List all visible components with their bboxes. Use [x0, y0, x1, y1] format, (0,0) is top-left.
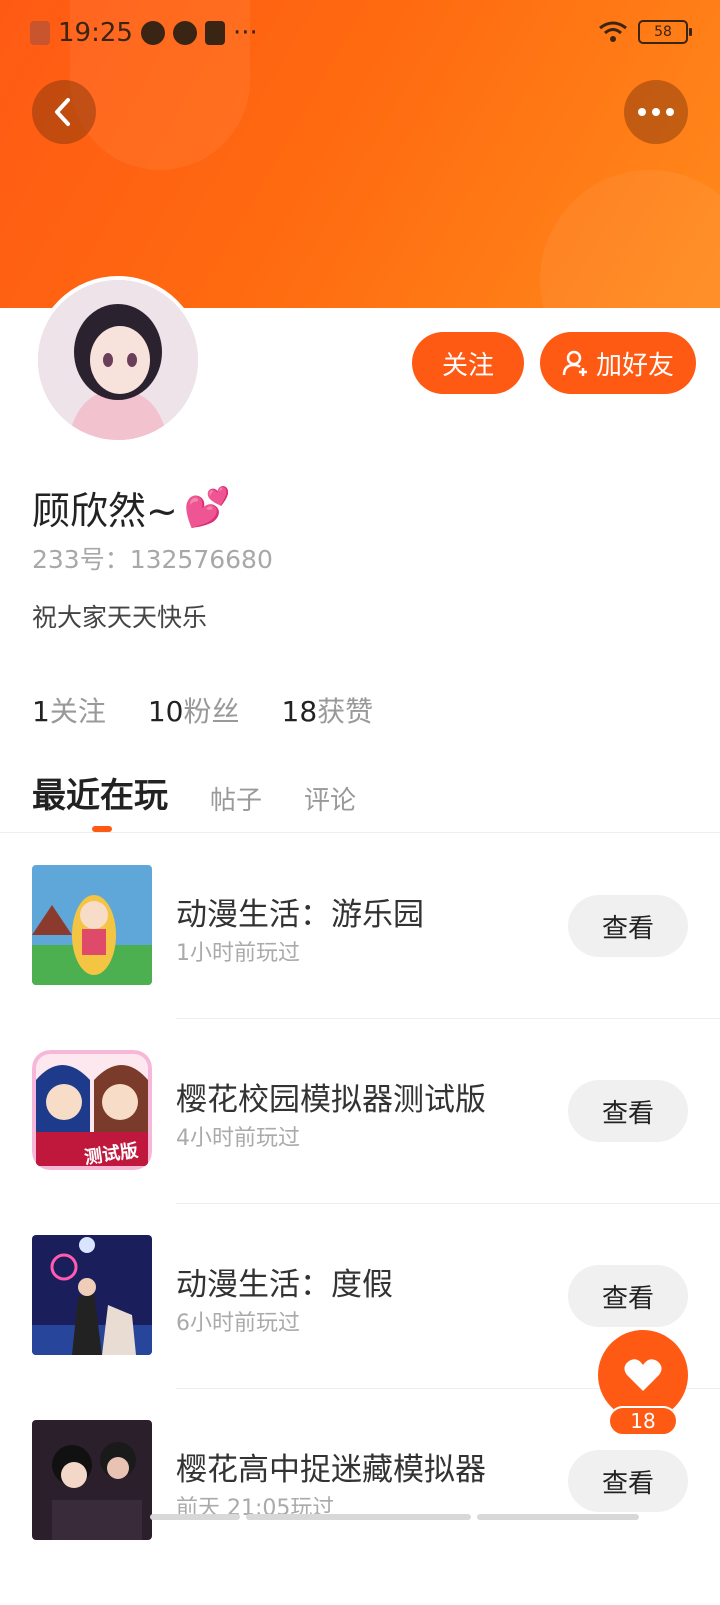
- notification-icon-3: [204, 21, 225, 45]
- game-title: 动漫生活：度假: [176, 1267, 393, 1303]
- game-icon: [32, 1235, 152, 1355]
- row-divider: [176, 1018, 720, 1019]
- view-button[interactable]: 查看: [568, 1265, 688, 1327]
- stat-following[interactable]: 1关注: [32, 690, 106, 730]
- game-title: 樱花校园模拟器测试版: [176, 1082, 486, 1118]
- scroll-indicator: [150, 1514, 639, 1520]
- notification-app-icon: [30, 21, 50, 45]
- profile-name-text: 顾欣然~: [32, 489, 178, 533]
- back-button[interactable]: [32, 80, 96, 144]
- game-last-played: 4小时前玩过: [176, 1126, 300, 1151]
- tab-posts[interactable]: 帖子: [210, 780, 262, 817]
- view-button[interactable]: 查看: [568, 1080, 688, 1142]
- stat-fans[interactable]: 10粉丝: [148, 690, 240, 730]
- notification-icon-1: [140, 21, 165, 45]
- game-title: 樱花高中捉迷藏模拟器: [176, 1452, 486, 1488]
- stat-fans-label: 粉丝: [183, 695, 240, 728]
- stat-following-count: 1: [32, 695, 50, 728]
- list-item[interactable]: 动漫生活：游乐园 1小时前玩过 查看: [0, 865, 720, 1050]
- stat-likes-count: 18: [281, 695, 318, 728]
- status-more-indicator: ···: [232, 18, 258, 48]
- add-user-icon: [562, 350, 587, 376]
- heart-emoji-icon: 💕: [183, 485, 232, 529]
- list-item[interactable]: 测试版 樱花校园模拟器测试版 4小时前玩过 查看: [0, 1050, 720, 1235]
- add-friend-label: 加好友: [595, 350, 674, 381]
- view-button[interactable]: 查看: [568, 895, 688, 957]
- profile-stats: 1关注 10粉丝 18获赞: [32, 690, 373, 730]
- chevron-left-icon: [55, 98, 70, 126]
- game-icon: [32, 1420, 152, 1540]
- notification-icon-2: [172, 21, 197, 45]
- more-dots-icon: [638, 108, 674, 116]
- game-icon: 测试版: [32, 1050, 152, 1170]
- more-options-button[interactable]: [624, 80, 688, 144]
- tab-comments[interactable]: 评论: [304, 780, 356, 817]
- avatar[interactable]: [34, 276, 202, 444]
- row-divider: [176, 1203, 720, 1204]
- view-button[interactable]: 查看: [568, 1450, 688, 1512]
- game-last-played: 6小时前玩过: [176, 1311, 300, 1336]
- user-id: 233号：132576680: [32, 545, 273, 574]
- profile-tabs: 最近在玩 帖子 评论: [32, 768, 356, 817]
- add-friend-button[interactable]: 加好友: [540, 332, 696, 394]
- battery-indicator: 58: [638, 20, 692, 44]
- heart-icon: [624, 1359, 662, 1391]
- avatar-image: [38, 280, 198, 440]
- wifi-icon: [599, 21, 627, 42]
- profile-bio: 祝大家天天快乐: [32, 603, 208, 632]
- stat-fans-count: 10: [147, 695, 184, 728]
- stat-following-label: 关注: [49, 695, 106, 728]
- like-count-badge: 18: [608, 1406, 678, 1436]
- stat-likes[interactable]: 18获赞: [282, 690, 374, 730]
- game-title: 动漫生活：游乐园: [176, 897, 424, 933]
- profile-name: 顾欣然~ 💕: [32, 480, 231, 535]
- game-icon: [32, 865, 152, 985]
- list-item[interactable]: 樱花高中捉迷藏模拟器 前天 21:05玩过 查看: [0, 1420, 720, 1605]
- follow-button[interactable]: 关注: [412, 332, 524, 394]
- stat-likes-label: 获赞: [317, 695, 374, 728]
- tab-divider: [0, 832, 720, 833]
- tab-recently-played[interactable]: 最近在玩: [32, 768, 168, 817]
- status-bar: 19:25 ··· 58: [0, 0, 720, 66]
- status-time: 19:25: [58, 18, 133, 48]
- game-last-played: 1小时前玩过: [176, 941, 300, 966]
